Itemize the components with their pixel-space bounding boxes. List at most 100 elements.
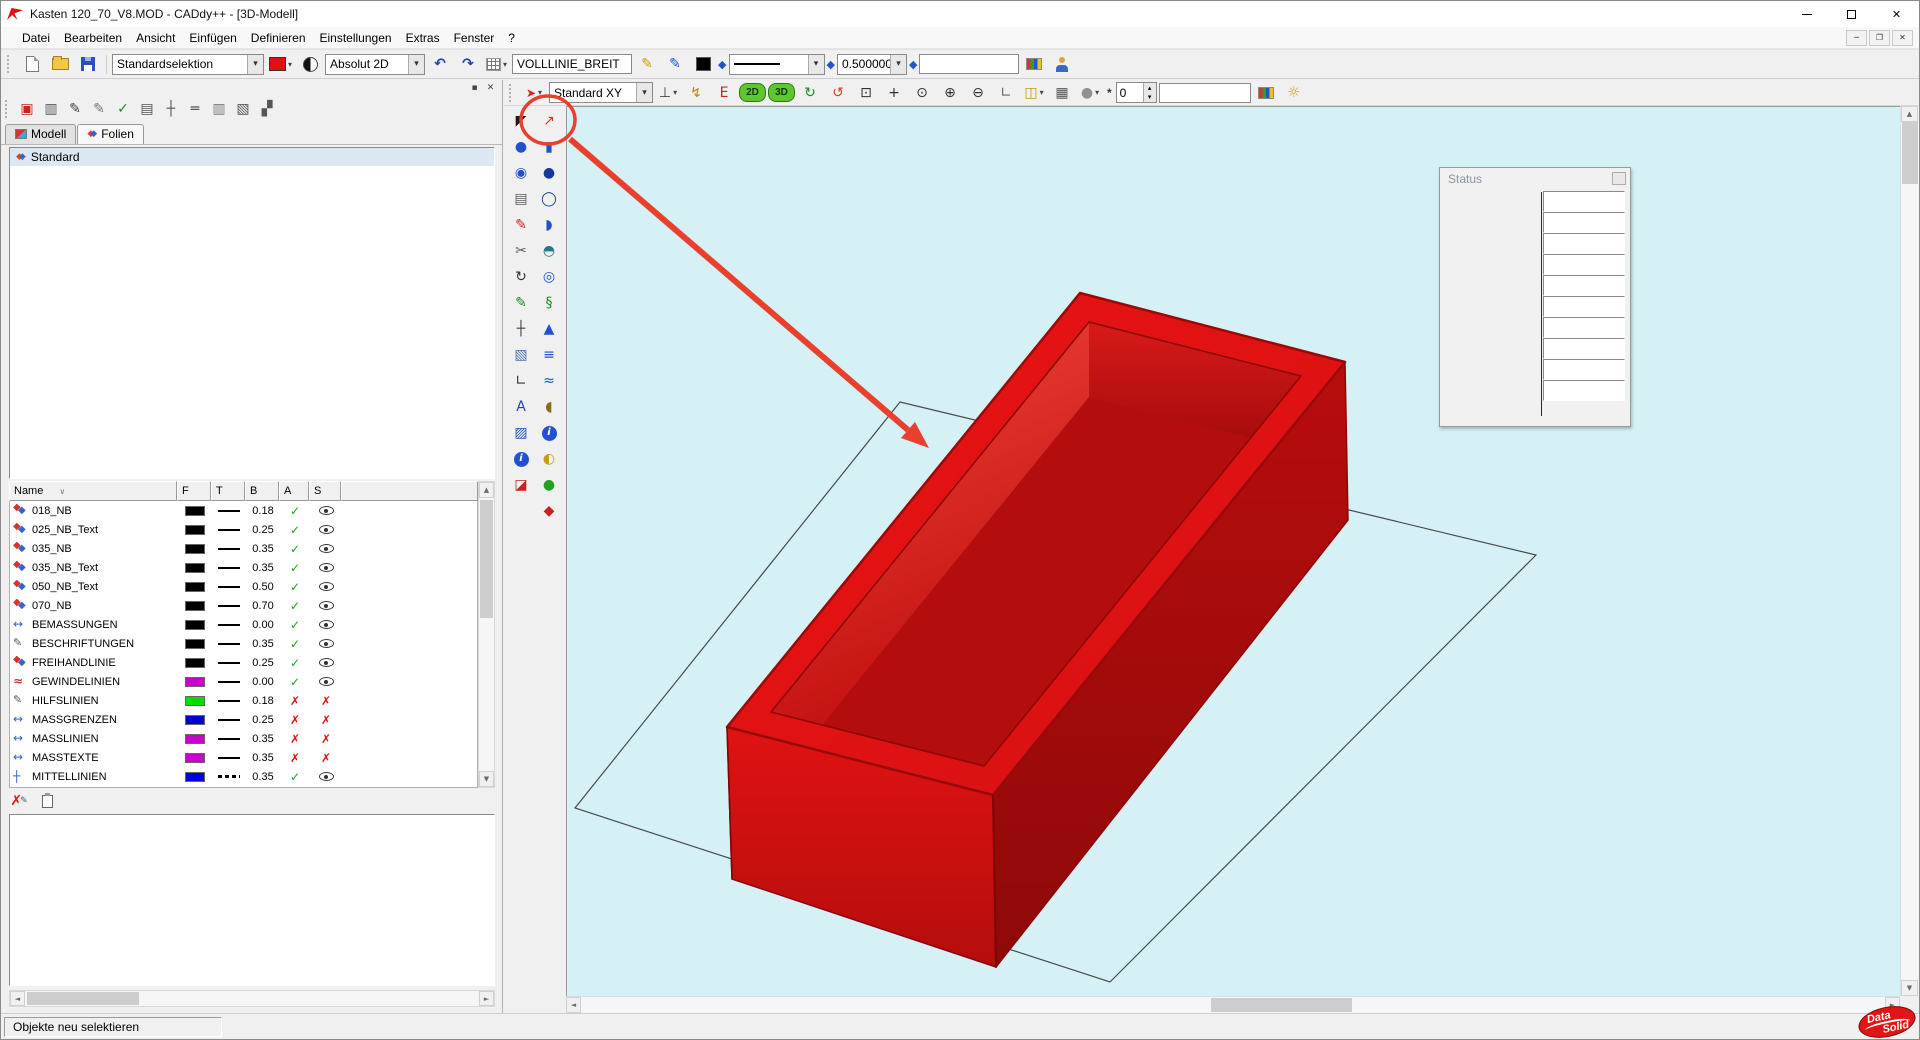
user-settings-button[interactable] — [1049, 52, 1075, 76]
select-solid-arrow-icon[interactable]: ↗ — [536, 108, 562, 134]
pointer-flash-icon[interactable]: ↯ — [683, 81, 709, 105]
redo-button[interactable] — [455, 52, 481, 76]
layer-linetype-cell[interactable] — [212, 681, 246, 683]
coordinate-mode-combo[interactable]: Absolut 2D — [325, 54, 425, 75]
dome-icon[interactable]: ◓ — [536, 238, 562, 264]
layer-visible-flag[interactable] — [310, 658, 342, 667]
layer-color-cell[interactable] — [178, 715, 212, 725]
select-arrow-icon[interactable]: ◤ — [508, 108, 534, 134]
layer-color-cell[interactable] — [178, 658, 212, 668]
dim-baseline-icon[interactable]: ═ — [183, 98, 207, 120]
menu-hilfe[interactable]: ? — [501, 28, 522, 48]
tab-folien[interactable]: Folien — [77, 124, 144, 144]
viewport-canvas[interactable]: Status — [566, 106, 1900, 996]
new-layer-pen-icon[interactable]: ✎ — [87, 98, 111, 120]
layer-linetype-cell[interactable] — [212, 510, 246, 512]
open-file-button[interactable] — [47, 52, 73, 76]
linewidth-combo[interactable]: 0.500000 — [837, 54, 907, 75]
menu-bearbeiten[interactable]: Bearbeiten — [57, 28, 129, 48]
confirm-layer-icon[interactable]: ✓ — [111, 98, 135, 120]
layer-active-flag[interactable] — [280, 656, 310, 670]
layer-visible-flag[interactable] — [310, 713, 342, 727]
column-header-s[interactable]: S — [309, 481, 341, 501]
layer-visible-flag[interactable] — [310, 601, 342, 610]
canvas-scrollbar-vertical[interactable] — [1900, 106, 1919, 996]
scroll-down-icon[interactable] — [1901, 980, 1918, 996]
table-row[interactable]: 070_NB 0.70 — [10, 596, 477, 615]
eraser-red-icon[interactable]: ◪ — [508, 472, 534, 498]
dim-grid-icon[interactable]: ▤ — [135, 98, 159, 120]
table-row[interactable]: HILFSLINIEN 0.18 — [10, 691, 477, 710]
layer-active-flag[interactable] — [280, 732, 310, 746]
app-logo-icon[interactable] — [7, 8, 23, 20]
clipboard-button[interactable] — [35, 790, 59, 812]
layer-linetype-cell[interactable] — [212, 586, 246, 588]
rotate-icon[interactable]: ↻ — [508, 264, 534, 290]
layer-active-flag[interactable] — [280, 599, 310, 613]
scroll-up-icon[interactable] — [1901, 106, 1918, 122]
edit-pen-icon[interactable]: ✎ — [63, 98, 87, 120]
menu-einfuegen[interactable]: Einfügen — [182, 28, 243, 48]
layer-visible-flag[interactable] — [310, 694, 342, 708]
message-box[interactable] — [9, 814, 495, 986]
dimension-icon[interactable]: ∟ — [508, 368, 534, 394]
palette-button[interactable] — [1253, 81, 1279, 105]
table-row[interactable]: 018_NB 0.18 — [10, 501, 477, 520]
measure-angle-icon[interactable]: ∟ — [993, 81, 1019, 105]
light-bulb-button[interactable] — [1281, 81, 1307, 105]
ellipsoid-icon[interactable]: ◯ — [536, 186, 562, 212]
table-row[interactable]: 025_NB_Text 0.25 — [10, 520, 477, 539]
layer-color-cell[interactable] — [178, 734, 212, 744]
column-header-name[interactable]: Name — [9, 481, 177, 501]
layer-active-flag[interactable] — [280, 618, 310, 632]
layer-active-flag[interactable] — [280, 504, 310, 518]
panel-scrollbar-horizontal[interactable] — [9, 990, 495, 1007]
save-file-button[interactable] — [75, 52, 101, 76]
tab-modell[interactable]: Modell — [5, 124, 76, 144]
menu-einstellungen[interactable]: Einstellungen — [313, 28, 399, 48]
orbit-view-icon[interactable]: ↺ — [825, 81, 851, 105]
layer-visible-flag[interactable] — [310, 525, 342, 534]
chevron-down-icon[interactable] — [247, 55, 263, 74]
layer-linetype-cell[interactable] — [212, 567, 246, 569]
render-sphere-button[interactable] — [297, 52, 323, 76]
sheet-stack-icon[interactable]: ▥ — [207, 98, 231, 120]
layer-visible-flag[interactable] — [310, 563, 342, 572]
menu-fenster[interactable]: Fenster — [447, 28, 502, 48]
layer-linetype-cell[interactable] — [212, 624, 246, 626]
free-input[interactable] — [919, 54, 1019, 74]
status-window[interactable]: Status — [1439, 167, 1631, 427]
layer-linetype-cell[interactable] — [212, 662, 246, 664]
layer-active-flag[interactable] — [280, 770, 310, 784]
hatch-icon[interactable]: ▨ — [508, 420, 534, 446]
chevron-down-icon[interactable] — [636, 83, 652, 102]
view-free-field[interactable] — [1159, 83, 1251, 103]
torus-icon[interactable]: ◎ — [536, 264, 562, 290]
zoom-out-icon[interactable]: ⊖ — [965, 81, 991, 105]
view-3d-button[interactable]: 3D — [768, 83, 795, 102]
scroll-left-icon[interactable] — [10, 991, 25, 1006]
text-icon[interactable]: A — [508, 394, 534, 420]
shell-icon[interactable]: ◐ — [536, 446, 562, 472]
new-file-button[interactable] — [19, 52, 45, 76]
spin-up-icon[interactable] — [1144, 83, 1156, 93]
render-mode-icon[interactable]: ● — [1077, 81, 1103, 105]
fill-color-button[interactable] — [690, 52, 716, 76]
chevron-down-icon[interactable] — [890, 55, 906, 74]
zoom-sphere-icon[interactable]: ● — [508, 134, 534, 160]
grid-settings-button[interactable] — [483, 52, 510, 76]
canvas-scrollbar-horizontal[interactable] — [566, 996, 1900, 1013]
toolbar-grip[interactable] — [5, 100, 11, 118]
layer-visible-flag[interactable] — [310, 544, 342, 553]
sphere-icon[interactable]: ● — [536, 160, 562, 186]
slice-icon[interactable]: ≈ — [536, 368, 562, 394]
box-3d-icon[interactable]: ▧ — [231, 98, 255, 120]
info-solid-icon[interactable]: i — [536, 420, 562, 446]
angle-input[interactable] — [1117, 83, 1143, 102]
scrollbar-thumb[interactable] — [1902, 122, 1918, 184]
pen-red-icon[interactable]: ✎ — [508, 212, 534, 238]
layer-active-flag[interactable] — [280, 694, 310, 708]
active-color-button[interactable] — [266, 52, 295, 76]
layer-active-flag[interactable] — [280, 637, 310, 651]
deselect-layers-button[interactable] — [7, 790, 31, 812]
